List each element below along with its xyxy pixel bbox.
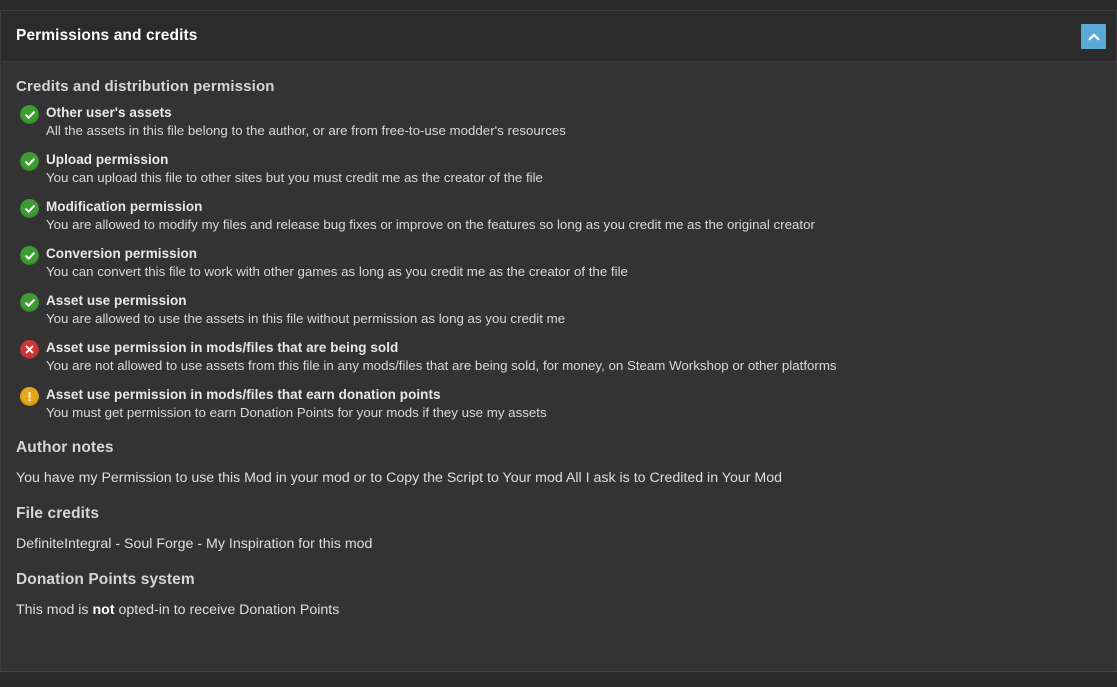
permission-row-modification-permission: Modification permission You are allowed … (16, 198, 1101, 234)
exclamation-circle-icon: ! (20, 387, 39, 406)
permission-row-asset-use-donation-points: ! Asset use permission in mods/files tha… (16, 386, 1101, 422)
page-bottom-edge (0, 673, 1117, 687)
permissions-list: Other user's assets All the assets in th… (16, 104, 1101, 422)
check-circle-icon (20, 293, 39, 312)
donation-points-body-prefix: This mod is (16, 602, 93, 618)
page-title: Permissions and credits (16, 27, 198, 44)
file-credits-body: DefiniteIntegral - Soul Forge - My Inspi… (16, 536, 373, 552)
donation-points-body: This mod is not opted-in to receive Dona… (16, 601, 1101, 620)
permission-description: You can upload this file to other sites … (46, 170, 543, 185)
author-notes-heading: Author notes (16, 439, 114, 456)
author-notes-body: You have my Permission to use this Mod i… (16, 470, 782, 486)
file-credits-heading: File credits (16, 505, 100, 522)
permission-description: All the assets in this file belong to th… (46, 123, 566, 138)
author-notes-section: Author notes You have my Permission to u… (16, 439, 1101, 488)
permission-title: Asset use permission in mods/files that … (46, 387, 441, 402)
permission-title: Asset use permission (46, 293, 187, 308)
donation-points-section: Donation Points system This mod is not o… (16, 571, 1101, 620)
permission-description: You are not allowed to use assets from t… (46, 358, 837, 373)
permissions-and-credits-panel: Permissions and credits Credits and dist… (0, 10, 1117, 672)
permission-row-conversion-permission: Conversion permission You can convert th… (16, 245, 1101, 281)
check-circle-icon (20, 152, 39, 171)
permission-description: You can convert this file to work with o… (46, 264, 628, 279)
permission-row-asset-use-permission: Asset use permission You are allowed to … (16, 292, 1101, 328)
donation-points-body-emphasis: not (92, 602, 115, 618)
check-circle-icon (20, 246, 39, 265)
donation-points-heading: Donation Points system (16, 571, 195, 588)
panel-body: Credits and distribution permission Othe… (1, 62, 1116, 620)
collapse-panel-button[interactable] (1081, 24, 1106, 49)
chevron-up-icon (1087, 30, 1101, 44)
permission-title: Modification permission (46, 199, 203, 214)
file-credits-section: File credits DefiniteIntegral - Soul For… (16, 505, 1101, 554)
permission-description: You are allowed to modify my files and r… (46, 217, 815, 232)
panel-header: Permissions and credits (1, 11, 1116, 62)
permission-row-asset-use-in-sold-mods: Asset use permission in mods/files that … (16, 339, 1101, 375)
permission-title: Asset use permission in mods/files that … (46, 340, 399, 355)
check-circle-icon (20, 199, 39, 218)
donation-points-body-suffix: opted-in to receive Donation Points (114, 602, 340, 618)
permission-description: You must get permission to earn Donation… (46, 405, 547, 420)
permission-title: Upload permission (46, 152, 169, 167)
permission-title: Conversion permission (46, 246, 198, 261)
permission-row-upload-permission: Upload permission You can upload this fi… (16, 151, 1101, 187)
permission-description: You are allowed to use the assets in thi… (46, 311, 566, 326)
permission-row-other-users-assets: Other user's assets All the assets in th… (16, 104, 1101, 140)
permission-title: Other user's assets (46, 105, 172, 120)
x-circle-icon (20, 340, 39, 359)
check-circle-icon (20, 105, 39, 124)
credits-section-heading: Credits and distribution permission (16, 78, 275, 95)
